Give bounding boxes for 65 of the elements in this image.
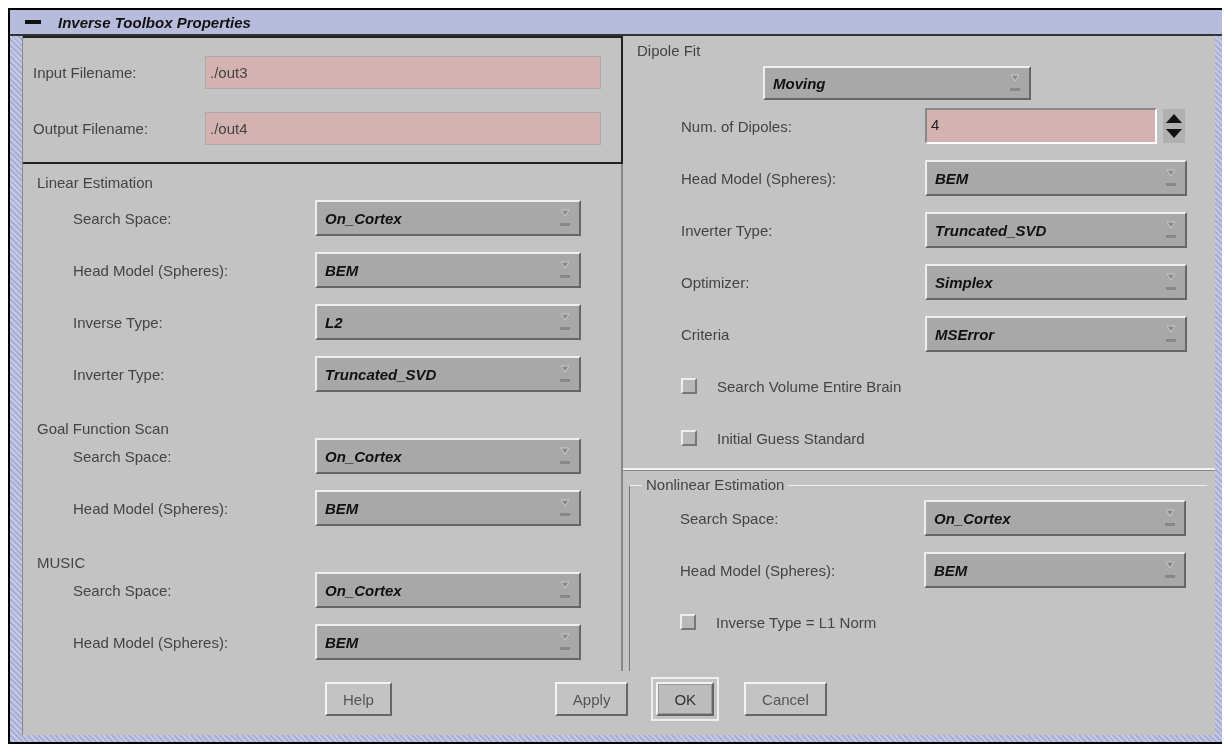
checkbox-label: Inverse Type = L1 Norm <box>716 613 877 631</box>
field-label: Head Model (Spheres): <box>680 561 837 579</box>
field-label: Head Model (Spheres): <box>73 633 230 651</box>
field-label: Input Filename: <box>33 63 138 81</box>
section-heading: Dipole Fit <box>637 42 701 60</box>
dropdown[interactable]: L2 <box>315 304 581 340</box>
dropdown-arrow-icon <box>559 207 571 229</box>
dialog-button[interactable]: Help <box>325 682 392 716</box>
section-heading: MUSIC <box>37 554 86 572</box>
dropdown-arrow-icon <box>1165 323 1177 345</box>
checkbox[interactable] <box>680 614 696 630</box>
field-label: Head Model (Spheres): <box>73 499 230 517</box>
dropdown[interactable]: BEM <box>925 160 1187 196</box>
dropdown-arrow-icon <box>1164 559 1176 581</box>
spinner-arrows-icon[interactable] <box>1163 109 1185 143</box>
dropdown[interactable]: BEM <box>315 490 581 526</box>
field-label: Num. of Dipoles: <box>681 117 793 135</box>
field-label: Search Space: <box>73 581 173 599</box>
filename-field[interactable]: ./out3 <box>205 55 601 89</box>
dialog-button[interactable]: Cancel <box>744 682 827 716</box>
section-heading: Goal Function Scan <box>37 420 169 438</box>
dropdown[interactable]: Truncated_SVD <box>315 356 581 392</box>
field-label: Criteria <box>681 325 731 343</box>
dropdown-arrow-icon <box>1165 167 1177 189</box>
dropdown[interactable]: Truncated_SVD <box>925 212 1187 248</box>
dropdown-arrow-icon <box>559 445 571 467</box>
number-field[interactable]: 4 <box>925 108 1157 144</box>
dropdown-arrow-icon <box>559 579 571 601</box>
dropdown-arrow-icon <box>559 259 571 281</box>
dialog-button[interactable]: Apply <box>554 682 629 716</box>
field-label: Head Model (Spheres): <box>681 169 838 187</box>
dropdown-arrow-icon <box>1165 271 1177 293</box>
field-label: Inverse Type: <box>73 313 164 331</box>
dropdown-arrow-icon <box>1165 219 1177 241</box>
field-label: Output Filename: <box>33 119 150 137</box>
dropdown[interactable]: BEM <box>315 252 581 288</box>
field-label: Inverter Type: <box>73 365 166 383</box>
dropdown[interactable]: On_Cortex <box>315 200 581 236</box>
dropdown[interactable]: On_Cortex <box>315 572 581 608</box>
checkbox[interactable] <box>681 378 697 394</box>
dropdown-arrow-icon <box>559 363 571 385</box>
field-label: Search Space: <box>680 509 780 527</box>
field-label: Head Model (Spheres): <box>73 261 230 279</box>
section-heading: Linear Estimation <box>37 174 153 192</box>
dropdown[interactable]: Simplex <box>925 264 1187 300</box>
dropdown-arrow-icon <box>559 497 571 519</box>
checkbox-label: Initial Guess Standard <box>717 429 865 447</box>
dropdown[interactable]: MSError <box>925 316 1187 352</box>
checkbox-label: Search Volume Entire Brain <box>717 377 902 395</box>
field-label: Search Space: <box>73 209 173 227</box>
field-label: Optimizer: <box>681 273 751 291</box>
dropdown[interactable]: BEM <box>315 624 581 660</box>
field-label: Inverter Type: <box>681 221 774 239</box>
filename-field[interactable]: ./out4 <box>205 111 601 145</box>
checkbox[interactable] <box>681 430 697 446</box>
field-label: Search Space: <box>73 447 173 465</box>
dropdown[interactable]: BEM <box>924 552 1186 588</box>
dropdown-arrow-icon <box>559 311 571 333</box>
dropdown-arrow-icon <box>559 631 571 653</box>
dropdown[interactable]: On_Cortex <box>924 500 1186 536</box>
dropdown-arrow-icon <box>1164 507 1176 529</box>
dropdown[interactable]: Moving <box>763 66 1031 100</box>
window-title: Inverse Toolbox Properties <box>58 13 251 31</box>
dropdown-arrow-icon <box>1009 72 1021 94</box>
dropdown[interactable]: On_Cortex <box>315 438 581 474</box>
